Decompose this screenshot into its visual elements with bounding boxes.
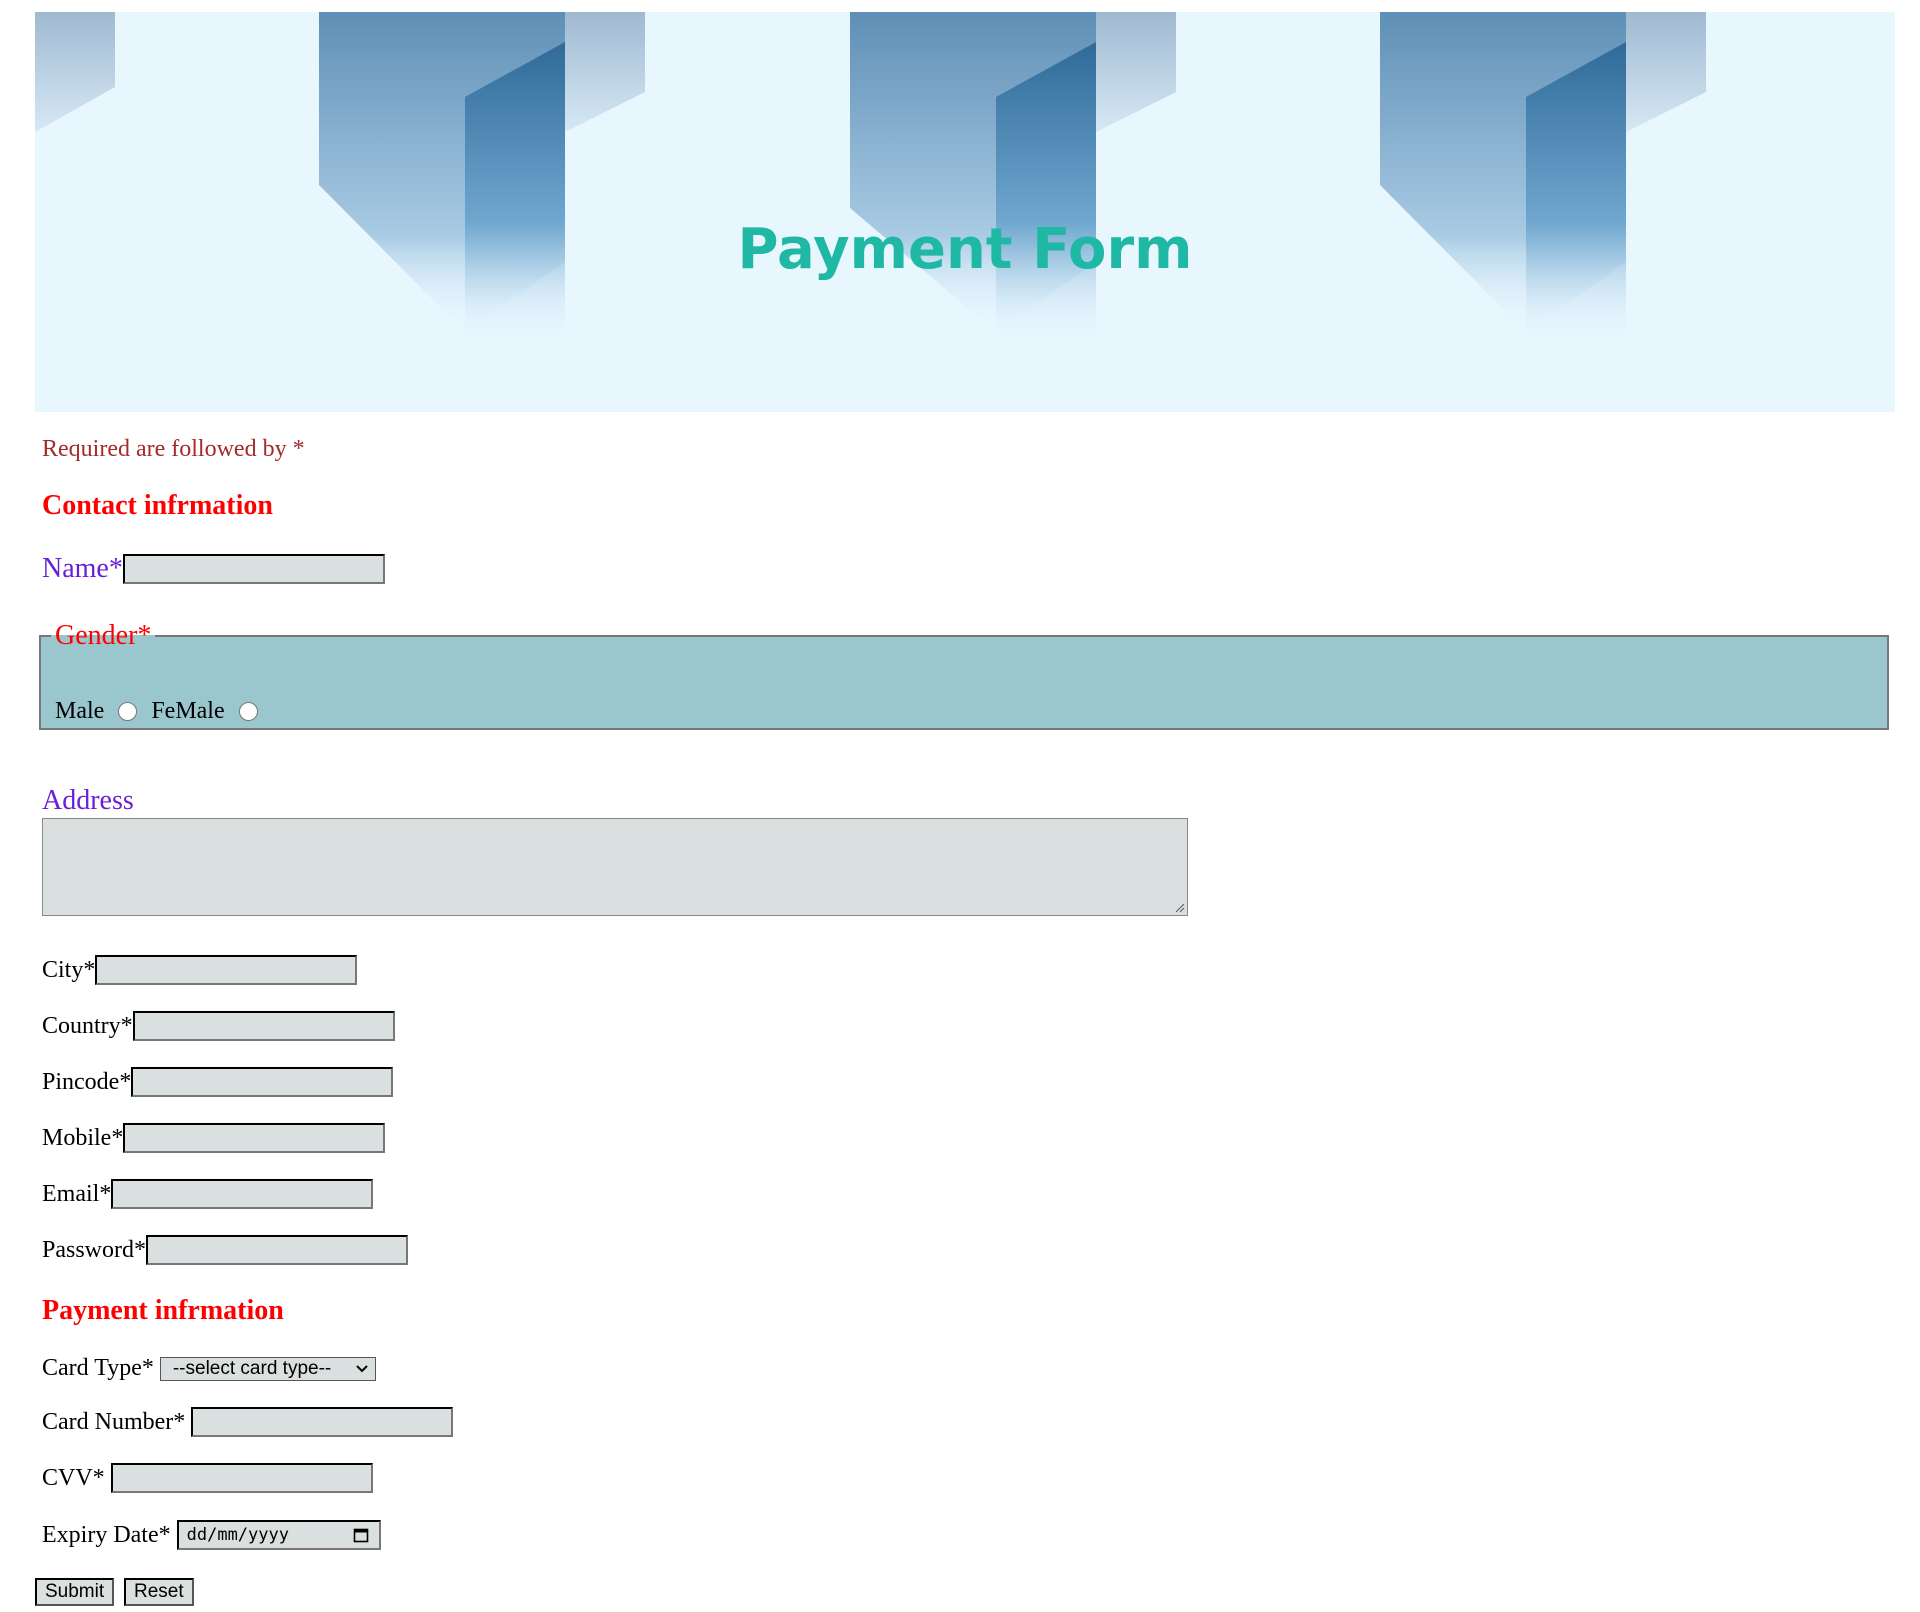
email-label: Email* — [42, 1180, 112, 1207]
password-input[interactable] — [146, 1235, 409, 1265]
header-banner: Payment Form — [35, 12, 1895, 412]
cvv-row: CVV* — [42, 1463, 373, 1493]
male-radio[interactable] — [118, 702, 138, 721]
pincode-label: Pincode* — [42, 1068, 132, 1095]
expiry-placeholder: dd/mm/yyyy — [186, 1525, 289, 1545]
email-input[interactable] — [111, 1179, 374, 1209]
card-type-row: Card Type* --select card type-- — [42, 1355, 376, 1382]
pincode-row: Pincode* — [42, 1067, 394, 1097]
card-number-label: Card Number* — [42, 1408, 186, 1435]
cvv-input[interactable] — [110, 1463, 373, 1493]
city-row: City* — [42, 955, 358, 985]
name-row: Name* — [42, 553, 385, 585]
gender-fieldset: Gender* Male FeMale — [39, 620, 1889, 730]
mobile-label: Mobile* — [42, 1124, 124, 1151]
banner-block-1 — [319, 12, 645, 342]
card-number-input[interactable] — [191, 1407, 454, 1437]
cvv-label: CVV* — [42, 1464, 105, 1491]
submit-button[interactable]: Submit — [35, 1578, 115, 1606]
mobile-input[interactable] — [123, 1123, 386, 1153]
card-type-select[interactable]: --select card type-- — [159, 1356, 376, 1381]
city-input[interactable] — [95, 955, 358, 985]
required-note: Required are followed by * — [42, 436, 305, 462]
female-radio[interactable] — [238, 702, 258, 721]
gender-legend: Gender* — [55, 620, 152, 651]
address-label: Address — [42, 785, 134, 816]
password-row: Password* — [42, 1235, 409, 1265]
contact-section-heading: Contact infrmation — [42, 490, 273, 521]
male-label: Male — [55, 698, 105, 724]
password-label: Password* — [42, 1236, 147, 1263]
card-number-row: Card Number* — [42, 1407, 454, 1437]
country-row: Country* — [42, 1011, 395, 1041]
banner-block-3 — [1380, 12, 1706, 342]
female-label: FeMale — [151, 698, 225, 724]
expiry-date-input[interactable]: dd/mm/yyyy — [176, 1520, 381, 1550]
resize-grip-icon[interactable] — [1173, 901, 1185, 913]
country-input[interactable] — [132, 1011, 395, 1041]
name-input[interactable] — [122, 554, 385, 584]
banner-graphic — [35, 12, 1706, 342]
card-type-label: Card Type* — [42, 1355, 154, 1381]
email-row: Email* — [42, 1179, 374, 1209]
reset-button[interactable]: Reset — [124, 1578, 194, 1606]
page-title: Payment Form — [737, 217, 1193, 282]
mobile-row: Mobile* — [42, 1123, 386, 1153]
chevron-down-icon — [356, 1364, 368, 1372]
expiry-label: Expiry Date* — [42, 1521, 171, 1548]
payment-section-heading: Payment infrmation — [42, 1295, 284, 1326]
gender-options: Male FeMale — [55, 698, 272, 725]
banner-block-2 — [850, 12, 1176, 342]
expiry-row: Expiry Date* dd/mm/yyyy — [42, 1520, 381, 1550]
payment-form-page: Payment Form Required are followed by * … — [0, 0, 1920, 1612]
name-label: Name* — [42, 553, 123, 584]
pincode-input[interactable] — [131, 1067, 394, 1097]
calendar-icon[interactable] — [353, 1527, 369, 1543]
city-label: City* — [42, 956, 96, 983]
card-type-selected: --select card type-- — [172, 1357, 332, 1379]
country-label: Country* — [42, 1012, 133, 1039]
address-textarea[interactable] — [42, 818, 1188, 916]
